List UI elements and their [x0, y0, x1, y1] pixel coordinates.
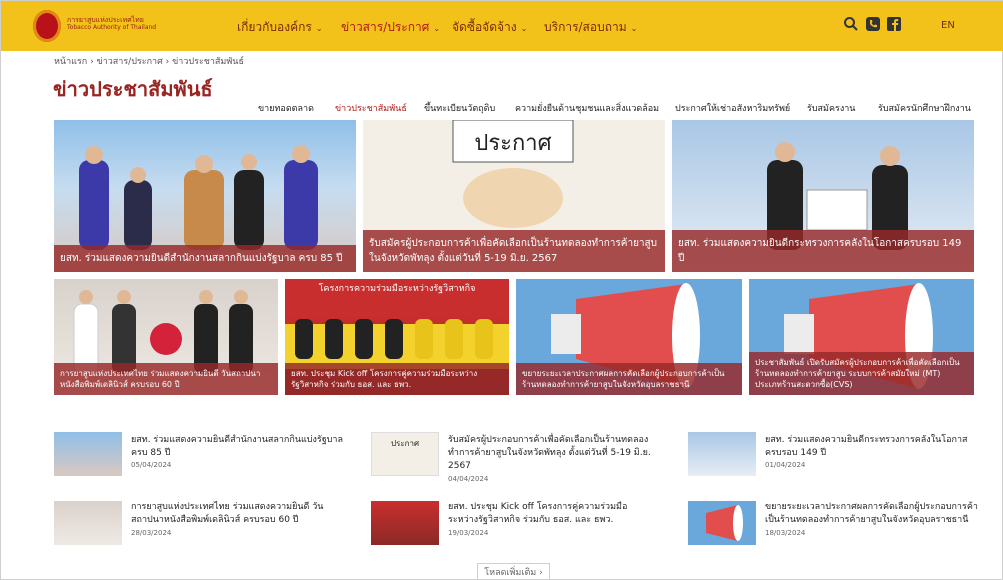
- news-date: 28/03/2024: [131, 529, 172, 537]
- news-thumb[interactable]: [688, 501, 756, 545]
- tile-caption: การยาสูบแห่งประเทศไทย ร่วมแสดงความยินดี …: [54, 363, 278, 395]
- featured-news-2[interactable]: ประกาศ รับสมัครผู้ประกอบการค้าเพื่อคัดเล…: [363, 120, 665, 272]
- news-tile-3[interactable]: ขยายระยะเวลาประกาศผลการคัดเลือกผู้ประกอบ…: [516, 279, 742, 395]
- featured-caption: รับสมัครผู้ประกอบการค้าเพื่อคัดเลือกเป็น…: [363, 230, 665, 272]
- news-tile-2[interactable]: โครงการความร่วมมือระหว่างรัฐวิสาหกิจ ยสท…: [285, 279, 509, 395]
- subnav-auction[interactable]: ขายทอดตลาด: [258, 101, 314, 115]
- nav-services-label: บริการ/สอบถาม: [544, 20, 627, 34]
- featured-news-1[interactable]: ยสท. ร่วมแสดงความยินดีสำนักงานสลากกินแบ่…: [54, 120, 356, 272]
- tile-caption: ประชาสัมพันธ์ เปิดรับสมัครผู้ประกอบการค้…: [749, 352, 974, 395]
- news-date: 04/04/2024: [448, 475, 489, 483]
- chevron-down-icon: ⌄: [520, 24, 528, 33]
- news-tile-4[interactable]: ประชาสัมพันธ์ เปิดรับสมัครผู้ประกอบการค้…: [749, 279, 974, 395]
- news-thumb[interactable]: [54, 501, 122, 545]
- news-thumb[interactable]: [371, 501, 439, 545]
- subnav-sustainability[interactable]: ความยั่งยืนด้านชุมชนและสิ่งแวดล้อม: [515, 101, 659, 115]
- logo-text[interactable]: การยาสูบแห่งประเทศไทย Tobacco Authority …: [67, 16, 156, 32]
- nav-about-label: เกี่ยวกับองค์กร: [237, 20, 312, 34]
- logo-emblem[interactable]: [33, 10, 61, 42]
- site-header: การยาสูบแห่งประเทศไทย Tobacco Authority …: [1, 1, 1003, 51]
- news-thumb[interactable]: [54, 432, 122, 476]
- featured-caption: ยสท. ร่วมแสดงความยินดีสำนักงานสลากกินแบ่…: [54, 245, 356, 272]
- news-title[interactable]: ยสท. ร่วมแสดงความยินดีสำนักงานสลากกินแบ่…: [131, 434, 346, 460]
- subnav-internship[interactable]: รับสมัครนักศึกษาฝึกงาน: [878, 101, 971, 115]
- news-date: 19/03/2024: [448, 529, 489, 537]
- chevron-down-icon: ⌄: [630, 24, 638, 33]
- news-title[interactable]: ยสท. ประชุม Kick off โครงการคู่ความร่วมม…: [448, 501, 653, 527]
- nav-procurement-label: จัดซื้อจัดจ้าง: [452, 20, 517, 34]
- load-more-button[interactable]: โหลดเพิ่มเติม ›: [477, 563, 550, 580]
- chevron-down-icon: ⌄: [433, 24, 441, 33]
- nav-news[interactable]: ข่าวสาร/ประกาศ ⌄: [341, 18, 440, 37]
- chevron-down-icon: ⌄: [315, 24, 323, 33]
- breadcrumb[interactable]: หน้าแรก › ข่าวสาร/ประกาศ › ข่าวประชาสัมพ…: [54, 54, 244, 68]
- news-title[interactable]: ยสท. ร่วมแสดงความยินดีกระทรวงการคลังในโอ…: [765, 434, 980, 460]
- news-title[interactable]: ขยายระยะเวลาประกาศผลการคัดเลือกผู้ประกอบ…: [765, 501, 980, 527]
- nav-about[interactable]: เกี่ยวกับองค์กร ⌄: [237, 18, 323, 37]
- news-thumb[interactable]: [688, 432, 756, 476]
- search-icon[interactable]: [843, 16, 859, 32]
- tile-caption: ยสท. ประชุม Kick off โครงการคู่ความร่วมม…: [285, 363, 509, 395]
- tile-caption: ขยายระยะเวลาประกาศผลการคัดเลือกผู้ประกอบ…: [516, 363, 742, 395]
- featured-caption: ยสท. ร่วมแสดงความยินดีกระทรวงการคลังในโอ…: [672, 230, 974, 272]
- sign-text: ประกาศ: [474, 131, 551, 156]
- news-title[interactable]: การยาสูบแห่งประเทศไทย ร่วมแสดงความยินดี …: [131, 501, 346, 527]
- facebook-icon[interactable]: [886, 16, 902, 32]
- page-title: ข่าวประชาสัมพันธ์: [53, 77, 213, 101]
- megaphone-icon: [706, 505, 743, 541]
- nav-procurement[interactable]: จัดซื้อจัดจ้าง ⌄: [452, 18, 527, 37]
- logo-text-en: Tobacco Authority of Thailand: [67, 24, 157, 31]
- featured-news-3[interactable]: ยสท. ร่วมแสดงความยินดีกระทรวงการคลังในโอ…: [672, 120, 974, 272]
- news-thumb[interactable]: ประกาศ: [371, 432, 439, 476]
- news-tile-1[interactable]: การยาสูบแห่งประเทศไทย ร่วมแสดงความยินดี …: [54, 279, 278, 395]
- nav-news-label: ข่าวสาร/ประกาศ: [341, 20, 430, 34]
- news-date: 18/03/2024: [765, 529, 806, 537]
- subnav-raw-materials[interactable]: ขึ้นทะเบียนวัตถุดิบ: [424, 101, 495, 115]
- banner-text: โครงการความร่วมมือระหว่างรัฐวิสาหกิจ: [319, 283, 476, 294]
- subnav-pr-news[interactable]: ข่าวประชาสัมพันธ์: [335, 101, 407, 115]
- nav-services[interactable]: บริการ/สอบถาม ⌄: [544, 18, 637, 37]
- news-title[interactable]: รับสมัครผู้ประกอบการค้าเพื่อคัดเลือกเป็น…: [448, 434, 653, 473]
- language-switch[interactable]: EN: [941, 20, 955, 31]
- subnav-jobs[interactable]: รับสมัครงาน: [807, 101, 855, 115]
- news-date: 05/04/2024: [131, 461, 172, 469]
- logo-text-th: การยาสูบแห่งประเทศไทย: [67, 16, 144, 24]
- subnav-property-rent[interactable]: ประกาศให้เช่าอสังหาริมทรัพย์: [675, 101, 790, 115]
- news-date: 01/04/2024: [765, 461, 806, 469]
- thumb-sign-text: ประกาศ: [390, 439, 420, 448]
- phone-icon[interactable]: [865, 16, 881, 32]
